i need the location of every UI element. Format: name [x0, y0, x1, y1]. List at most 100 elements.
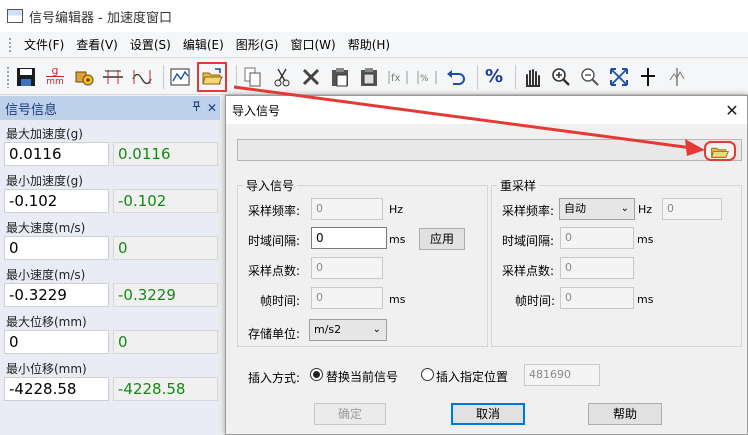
- resample-points-input[interactable]: 0: [560, 257, 634, 279]
- waveform-window-icon[interactable]: [130, 64, 154, 90]
- menu-help[interactable]: 帮助(H): [342, 33, 396, 57]
- resample-interval-unit: ms: [637, 233, 654, 246]
- file-path-field[interactable]: [237, 139, 742, 161]
- stat-max-displacement: 最大位移(mm) 0 0: [0, 308, 220, 355]
- panel-title: 信号信息: [5, 102, 58, 118]
- waveform-markers-icon[interactable]: [101, 64, 125, 90]
- svg-text:fx: fx: [391, 73, 401, 84]
- copy-icon[interactable]: [241, 64, 265, 90]
- apply-button[interactable]: 应用: [419, 228, 465, 250]
- cancel-button[interactable]: 取消: [451, 403, 525, 425]
- help-button[interactable]: 帮助: [588, 403, 662, 425]
- dialog-title-bar: 导入信号 ✕: [226, 96, 747, 124]
- menu-settings[interactable]: 设置(S): [124, 33, 177, 57]
- dialog-title: 导入信号: [232, 103, 281, 118]
- peak-marker-icon[interactable]: [665, 64, 689, 90]
- panel-header: 信号信息 ✕: [0, 96, 220, 120]
- sample-points-input[interactable]: 0: [311, 257, 383, 279]
- stat-value-secondary: -0.102: [113, 189, 218, 213]
- toolbar-separator: [163, 64, 164, 89]
- sample-rate-label: 采样频率:: [248, 204, 301, 218]
- ok-button[interactable]: 确定: [314, 403, 386, 425]
- time-interval-label: 时域间隔:: [248, 234, 301, 248]
- resample-rate-input[interactable]: 0: [662, 198, 722, 220]
- delete-icon[interactable]: [299, 64, 323, 90]
- paste-special-icon[interactable]: [357, 64, 381, 90]
- stat-label: 最大加速度(g): [6, 127, 83, 141]
- zoom-out-icon[interactable]: [578, 64, 602, 90]
- toolbar-grip: [6, 65, 10, 88]
- storage-unit-value: m/s2: [314, 323, 342, 336]
- filter-percent-icon[interactable]: %: [415, 64, 439, 90]
- mm-label: mm: [46, 76, 64, 87]
- toolbar-separator: [515, 64, 516, 89]
- menu-edit[interactable]: 编辑(E): [177, 33, 230, 57]
- open-folder-icon[interactable]: [197, 61, 227, 92]
- menubar-grip: [8, 36, 12, 53]
- zoom-in-icon[interactable]: [549, 64, 573, 90]
- stat-label: 最小速度(m/s): [6, 268, 86, 282]
- resample-points-label: 采样点数:: [502, 264, 555, 278]
- dialog-close-icon[interactable]: ✕: [717, 101, 747, 120]
- resample-group-title: 重采样: [497, 177, 540, 194]
- stat-max-velocity: 最大速度(m/s) 0 0: [0, 214, 220, 261]
- percent-icon[interactable]: %: [482, 64, 506, 90]
- resample-rate-select[interactable]: 自动 ⌄: [559, 198, 635, 220]
- menu-window[interactable]: 窗口(W): [284, 33, 341, 57]
- signal-info-panel: 信号信息 ✕ 最大加速度(g) 0.0116 0.0116 最小加速度(g) -…: [0, 96, 220, 435]
- app-icon: [7, 9, 23, 23]
- fit-view-icon[interactable]: [607, 64, 631, 90]
- resample-rate-unit: Hz: [638, 203, 653, 216]
- title-bar: 信号编辑器 - 加速度窗口: [0, 0, 748, 32]
- stat-value-secondary: -4228.58: [113, 377, 218, 401]
- time-interval-input[interactable]: 0: [311, 227, 387, 249]
- insert-replace-radio[interactable]: [310, 368, 323, 381]
- storage-unit-select[interactable]: m/s2 ⌄: [309, 319, 387, 341]
- pin-icon[interactable]: [188, 101, 204, 115]
- insert-position-input[interactable]: 481690: [524, 364, 600, 386]
- gram-mm-icon[interactable]: g mm: [43, 64, 67, 90]
- menu-view[interactable]: 查看(V): [70, 33, 124, 57]
- stat-value-secondary: 0: [113, 236, 218, 260]
- resample-interval-input[interactable]: 0: [560, 227, 634, 249]
- menu-file[interactable]: 文件(F): [18, 33, 70, 57]
- resample-frame-input[interactable]: 0: [560, 287, 634, 309]
- crosshair-icon[interactable]: [636, 64, 660, 90]
- stat-label: 最大位移(mm): [6, 315, 87, 329]
- save-icon[interactable]: [14, 64, 38, 90]
- window-title: 信号编辑器 - 加速度窗口: [29, 10, 172, 26]
- stat-value[interactable]: -4228.58: [4, 377, 109, 401]
- insert-position-label[interactable]: 插入指定位置: [436, 368, 508, 385]
- filter-fx-icon[interactable]: fx: [386, 64, 410, 90]
- undo-icon[interactable]: [444, 64, 468, 90]
- stat-min-accel: 最小加速度(g) -0.102 -0.102: [0, 167, 220, 214]
- stat-max-accel: 最大加速度(g) 0.0116 0.0116: [0, 120, 220, 167]
- stat-label: 最小位移(mm): [6, 362, 87, 376]
- hand-pan-icon[interactable]: [520, 64, 544, 90]
- cube-gear-icon[interactable]: [72, 64, 96, 90]
- panel-close-icon[interactable]: ✕: [204, 101, 220, 115]
- menu-graph[interactable]: 图形(G): [230, 33, 285, 57]
- frame-time-unit: ms: [389, 293, 406, 306]
- insert-replace-label[interactable]: 替换当前信号: [326, 368, 398, 385]
- sample-rate-input[interactable]: 0: [311, 198, 383, 220]
- import-group-title: 导入信号: [243, 177, 298, 194]
- stat-value-secondary: 0: [113, 330, 218, 354]
- stat-min-velocity: 最小速度(m/s) -0.3229 -0.3229: [0, 261, 220, 308]
- stat-value[interactable]: -0.102: [4, 189, 109, 213]
- insert-position-radio[interactable]: [421, 368, 434, 381]
- import-signal-dialog: 导入信号 ✕ 导入信号 采样频率: 0 Hz 时域间隔: 0 ms 应用 采样点…: [225, 95, 748, 435]
- stat-value[interactable]: 0.0116: [4, 142, 109, 166]
- stat-value[interactable]: 0: [4, 330, 109, 354]
- open-folder-icon: [711, 147, 729, 158]
- paste-icon[interactable]: [328, 64, 352, 90]
- browse-folder-button[interactable]: [704, 141, 736, 161]
- toolbar-separator: [477, 64, 478, 89]
- frame-time-input[interactable]: 0: [311, 287, 383, 309]
- signal-chart-icon[interactable]: [168, 64, 192, 90]
- insert-mode-label: 插入方式:: [248, 371, 301, 385]
- stat-value[interactable]: -0.3229: [4, 283, 109, 307]
- cut-icon[interactable]: [270, 64, 294, 90]
- stat-min-displacement: 最小位移(mm) -4228.58 -4228.58: [0, 355, 220, 402]
- stat-value[interactable]: 0: [4, 236, 109, 260]
